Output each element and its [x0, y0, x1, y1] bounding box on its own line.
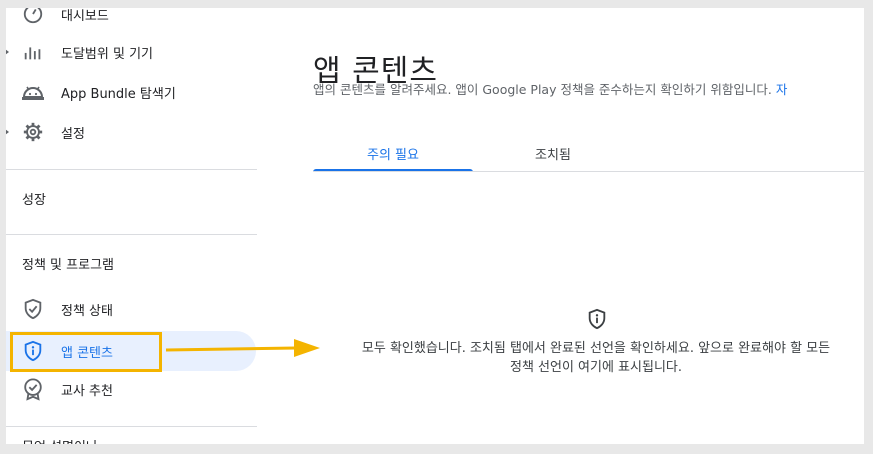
sidebar-item-label: 설정 — [61, 127, 85, 142]
sidebar-item-teacher-approved[interactable]: 교사 추천 — [6, 369, 256, 409]
annotation-highlight-box — [10, 332, 162, 372]
empty-state-line: 모두 확인했습니다. 조치됨 탭에서 완료된 선언을 확인하세요. 앞으로 완료… — [361, 341, 831, 356]
bar-chart-icon — [21, 40, 45, 64]
empty-state-line: 정책 선언이 여기에 표시됩니다. — [509, 360, 682, 375]
tab-bar: 주의 필요 조치됨 — [313, 135, 864, 172]
tab-needs-attention[interactable]: 주의 필요 — [313, 135, 473, 172]
badge-check-icon — [21, 377, 45, 401]
shield-info-icon — [588, 308, 606, 330]
page-description: 앱의 콘텐츠를 알려주세요. 앱이 Google Play 정책을 준수하는지 … — [313, 79, 787, 98]
description-link[interactable]: 자 — [776, 82, 788, 97]
sidebar-item-label: 대시보드 — [61, 9, 109, 24]
tabs-divider — [313, 171, 864, 172]
section-partial[interactable]: 무엇 설명이나 — [22, 436, 98, 444]
tab-label: 조치됨 — [535, 148, 571, 163]
section-growth[interactable]: 성장 — [22, 189, 46, 208]
sidebar-item-app-bundle-explorer[interactable]: App Bundle 탐색기 — [6, 72, 256, 112]
sidebar: 대시보드 도달범위 및 기기 App Bundle 탐색기 설정 성장 정책 및… — [6, 8, 263, 444]
tab-label: 주의 필요 — [367, 148, 419, 163]
sidebar-item-dashboard[interactable]: 대시보드 — [6, 8, 256, 34]
sidebar-item-policy-status[interactable]: 정책 상태 — [6, 289, 256, 329]
empty-state-message: 모두 확인했습니다. 조치됨 탭에서 완료된 선언을 확인하세요. 앞으로 완료… — [306, 339, 864, 377]
shield-check-icon — [21, 297, 45, 321]
annotation-arrow-icon — [165, 339, 320, 357]
tab-actioned[interactable]: 조치됨 — [473, 135, 633, 172]
sidebar-divider — [6, 426, 257, 427]
android-icon — [21, 80, 45, 104]
sidebar-divider — [6, 169, 257, 170]
description-text: 앱의 콘텐츠를 알려주세요. 앱이 Google Play 정책을 준수하는지 … — [313, 82, 772, 97]
sidebar-item-settings[interactable]: 설정 — [6, 112, 256, 152]
sidebar-item-label: 도달범위 및 기기 — [61, 47, 153, 62]
sidebar-item-reach-devices[interactable]: 도달범위 및 기기 — [6, 32, 256, 72]
sidebar-item-label: App Bundle 탐색기 — [61, 87, 176, 102]
app-window: 대시보드 도달범위 및 기기 App Bundle 탐색기 설정 성장 정책 및… — [6, 8, 864, 444]
sidebar-item-label: 정책 상태 — [61, 304, 113, 319]
dashboard-icon — [21, 8, 45, 26]
sidebar-divider — [6, 234, 257, 235]
gear-icon — [21, 120, 45, 144]
section-policy-programs[interactable]: 정책 및 프로그램 — [22, 254, 114, 273]
sidebar-item-label: 교사 추천 — [61, 384, 113, 399]
